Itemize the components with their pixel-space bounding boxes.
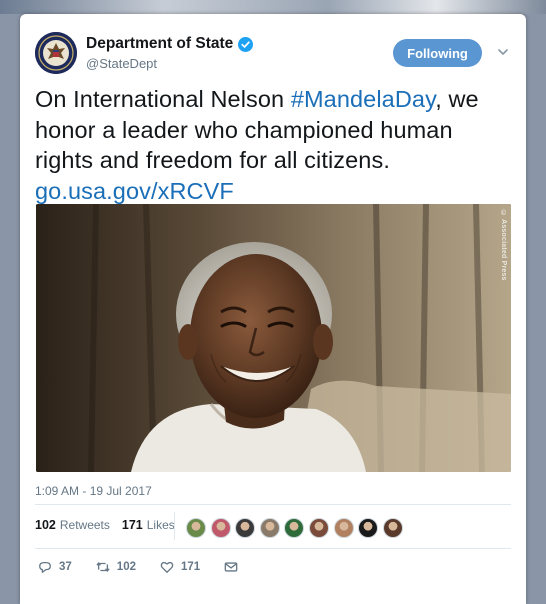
display-name[interactable]: Department of State xyxy=(86,35,233,53)
likes-label: Likes xyxy=(146,518,175,532)
liker-avatar[interactable] xyxy=(333,518,354,538)
hashtag-link[interactable]: #MandelaDay xyxy=(291,86,435,112)
following-button[interactable]: Following xyxy=(393,39,482,67)
account-names: Department of State @StateDept xyxy=(86,35,254,71)
like-button[interactable]: 171 xyxy=(160,560,200,574)
divider xyxy=(35,504,511,505)
display-name-row: Department of State xyxy=(86,35,254,53)
tweet-stats: 102 Retweets 171 Likes xyxy=(35,518,187,532)
tweet-timestamp[interactable]: 1:09 AM - 19 Jul 2017 xyxy=(35,484,152,498)
tweet-card: Department of State @StateDept Following… xyxy=(20,14,526,604)
liker-avatar[interactable] xyxy=(210,518,231,538)
liker-avatar[interactable] xyxy=(284,518,305,538)
tweet-header: Department of State @StateDept Following xyxy=(35,32,511,76)
retweet-button[interactable]: 102 xyxy=(96,560,136,574)
liker-avatar[interactable] xyxy=(235,518,256,538)
retweets-stat[interactable]: 102 Retweets xyxy=(35,518,110,532)
envelope-icon xyxy=(224,562,238,572)
divider xyxy=(174,512,175,540)
retweet-count: 102 xyxy=(116,561,136,573)
liker-avatars xyxy=(186,518,407,538)
divider xyxy=(35,548,511,549)
handle[interactable]: @StateDept xyxy=(86,56,253,71)
tweet-photo[interactable]: © Associated Press xyxy=(36,204,511,472)
liker-avatar[interactable] xyxy=(308,518,329,538)
reply-icon xyxy=(39,561,51,573)
mandela-portrait-image xyxy=(36,204,511,472)
verified-badge-icon xyxy=(238,36,254,52)
retweets-count: 102 xyxy=(35,518,56,532)
tweet-text: On International Nelson #MandelaDay, we … xyxy=(35,84,505,206)
reply-count: 37 xyxy=(59,561,72,573)
like-count: 171 xyxy=(180,561,201,573)
likes-stat[interactable]: 171 Likes xyxy=(122,518,175,532)
avatar[interactable] xyxy=(35,32,77,74)
heart-icon xyxy=(160,561,174,573)
url-link[interactable]: go.usa.gov/xRCVF xyxy=(35,178,234,204)
reply-button[interactable]: 37 xyxy=(38,560,72,574)
state-department-seal-icon xyxy=(35,32,77,74)
chevron-down-icon[interactable] xyxy=(497,46,509,58)
direct-message-button[interactable] xyxy=(224,560,245,574)
tweet-text-part: On International Nelson xyxy=(35,86,291,112)
tweet-actions: 37 102 171 xyxy=(38,560,269,574)
background-strip xyxy=(0,0,546,14)
liker-avatar[interactable] xyxy=(186,518,206,538)
liker-avatar[interactable] xyxy=(382,518,403,538)
retweets-label: Retweets xyxy=(59,518,110,532)
retweet-icon xyxy=(96,562,110,572)
photo-credit: © Associated Press xyxy=(500,210,507,281)
liker-avatar[interactable] xyxy=(259,518,280,538)
likes-count: 171 xyxy=(121,518,143,532)
liker-avatar[interactable] xyxy=(358,518,379,538)
